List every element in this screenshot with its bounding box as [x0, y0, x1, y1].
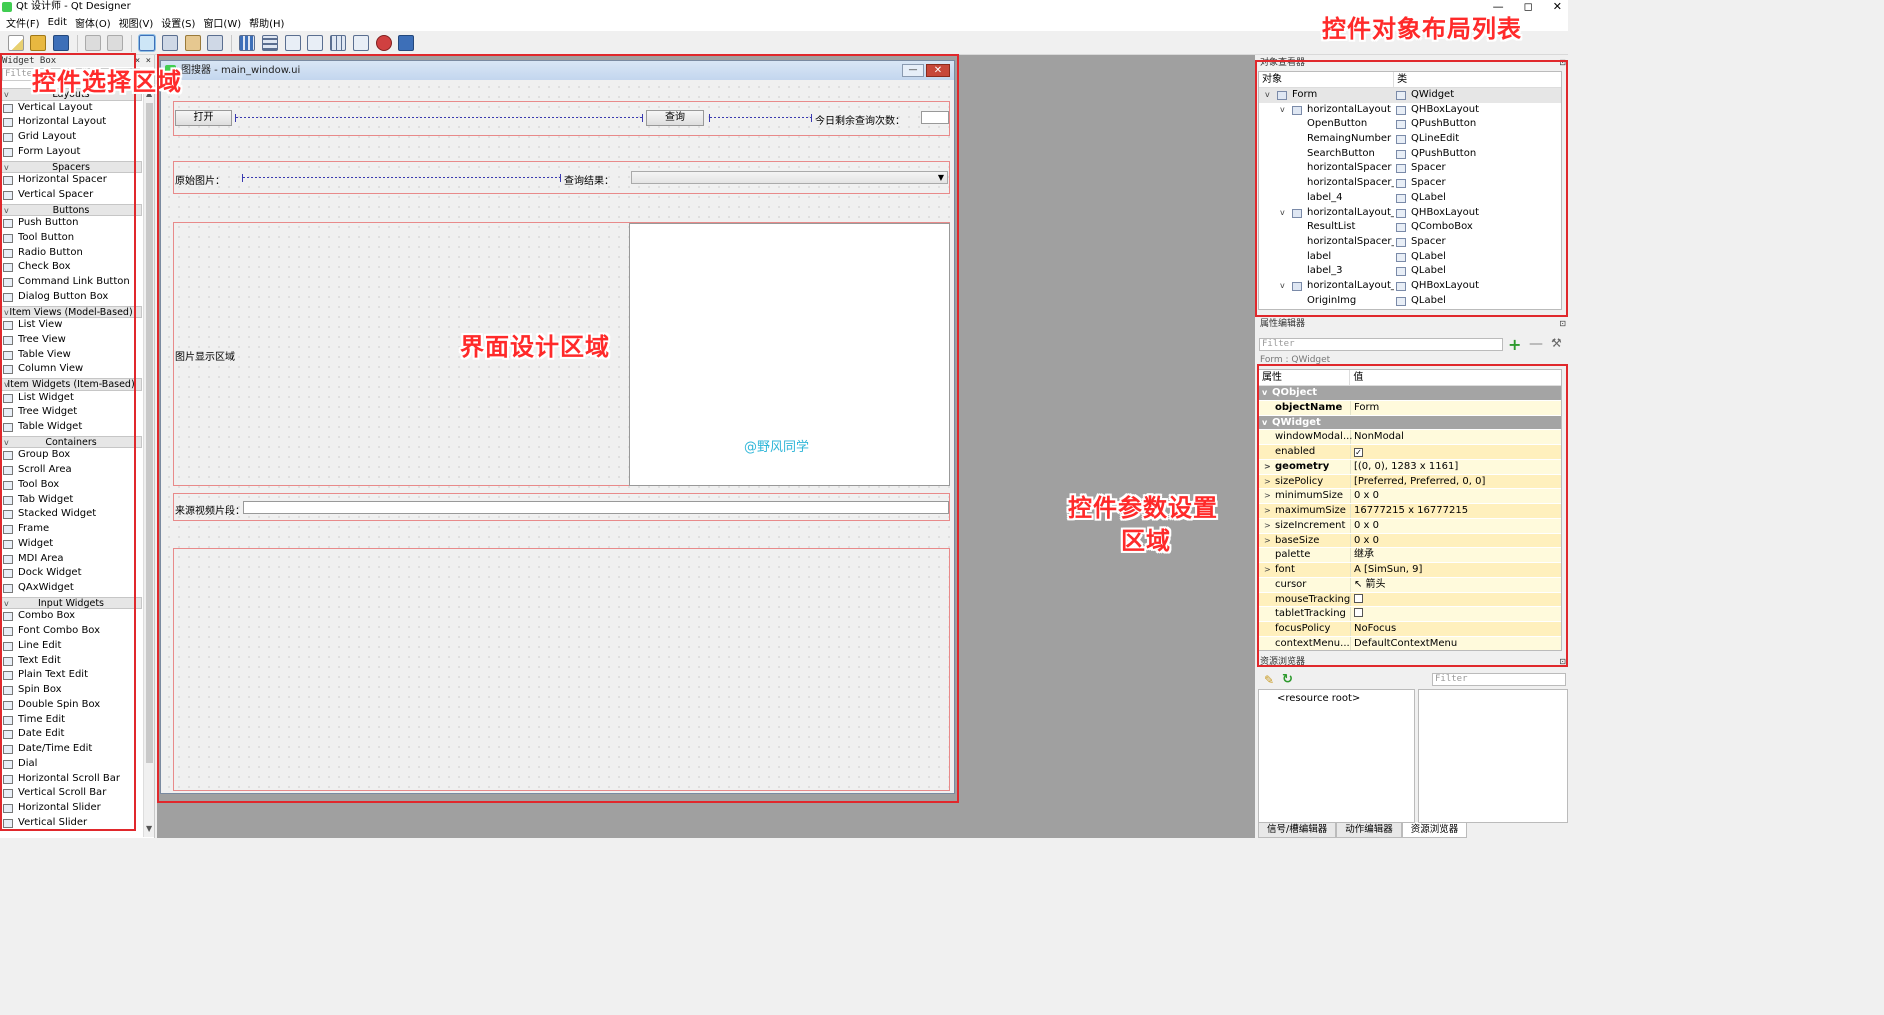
bottom-tab[interactable]: 信号/槽编辑器: [1258, 823, 1337, 838]
layout-form-icon[interactable]: [353, 35, 369, 51]
menu-item-4[interactable]: 设置(S): [157, 15, 199, 30]
annotation-widget-box-box: [0, 53, 136, 831]
annotation-design-box: [157, 54, 959, 803]
property-filter-input[interactable]: Filter: [1259, 338, 1503, 351]
maximize-button[interactable]: ◻: [1524, 0, 1533, 13]
annotation-param-text-2: 区域: [1121, 527, 1171, 555]
property-editor-title: 属性编辑器 ⊡: [1260, 319, 1566, 329]
menu-item-0[interactable]: 文件(F): [2, 15, 44, 30]
annotation-design-text: 界面设计区域: [460, 333, 610, 361]
resource-list[interactable]: [1418, 689, 1568, 823]
edit-widgets-icon[interactable]: [138, 34, 156, 52]
resource-filter-input[interactable]: Filter: [1432, 673, 1566, 686]
layout-vertical-icon[interactable]: [262, 35, 278, 51]
bottom-tab[interactable]: 动作编辑器: [1336, 823, 1402, 838]
bottom-tab[interactable]: 资源浏览器: [1401, 823, 1468, 838]
paste-icon[interactable]: [107, 35, 123, 51]
edit-signals-icon[interactable]: [162, 35, 178, 51]
wrench-icon[interactable]: ⚒: [1551, 336, 1562, 350]
window-title: Qt 设计师 - Qt Designer: [16, 1, 131, 12]
edit-buddies-icon[interactable]: [185, 35, 201, 51]
layout-splitter-v-icon[interactable]: [307, 35, 323, 51]
bottom-tabs: 信号/槽编辑器 动作编辑器 资源浏览器: [1258, 823, 1568, 838]
widget-box-scrollbar[interactable]: ▲ ▼: [143, 87, 154, 837]
break-layout-icon[interactable]: [376, 35, 392, 51]
open-folder-icon[interactable]: [30, 35, 46, 51]
add-property-icon[interactable]: +: [1508, 335, 1521, 354]
annotation-param-text-1: 控件参数设置: [1068, 494, 1218, 522]
menu-item-5[interactable]: 窗口(W): [199, 15, 245, 30]
menu-item-1[interactable]: Edit: [44, 17, 71, 28]
status-bar: [0, 838, 1568, 845]
reload-icon[interactable]: ↻: [1282, 672, 1293, 687]
menu-item-3[interactable]: 视图(V): [115, 15, 158, 30]
layout-splitter-h-icon[interactable]: [285, 35, 301, 51]
annotation-object-list-text: 控件对象布局列表: [1322, 15, 1522, 43]
annotation-param-box: [1257, 364, 1568, 667]
edit-resources-icon[interactable]: ✎: [1264, 673, 1274, 687]
new-file-icon[interactable]: [8, 35, 24, 51]
layout-grid-icon[interactable]: [330, 35, 346, 51]
edit-tab-order-icon[interactable]: [207, 35, 223, 51]
adjust-size-icon[interactable]: [398, 35, 414, 51]
qt-app-icon: [2, 2, 12, 12]
menu-item-6[interactable]: 帮助(H): [245, 15, 288, 30]
dock-close-icon[interactable]: ⊡: [1559, 318, 1566, 330]
close-button[interactable]: ✕: [1553, 0, 1562, 13]
annotation-object-list-box: [1255, 60, 1568, 317]
resource-root-item[interactable]: <resource root>: [1277, 693, 1360, 704]
save-icon[interactable]: [53, 35, 69, 51]
copy-icon[interactable]: [85, 35, 101, 51]
layout-horizontal-icon[interactable]: [239, 35, 255, 51]
menu-item-2[interactable]: 窗体(O): [71, 15, 115, 30]
remove-property-icon[interactable]: —: [1529, 336, 1543, 352]
resource-tree[interactable]: <resource root>: [1258, 689, 1415, 823]
